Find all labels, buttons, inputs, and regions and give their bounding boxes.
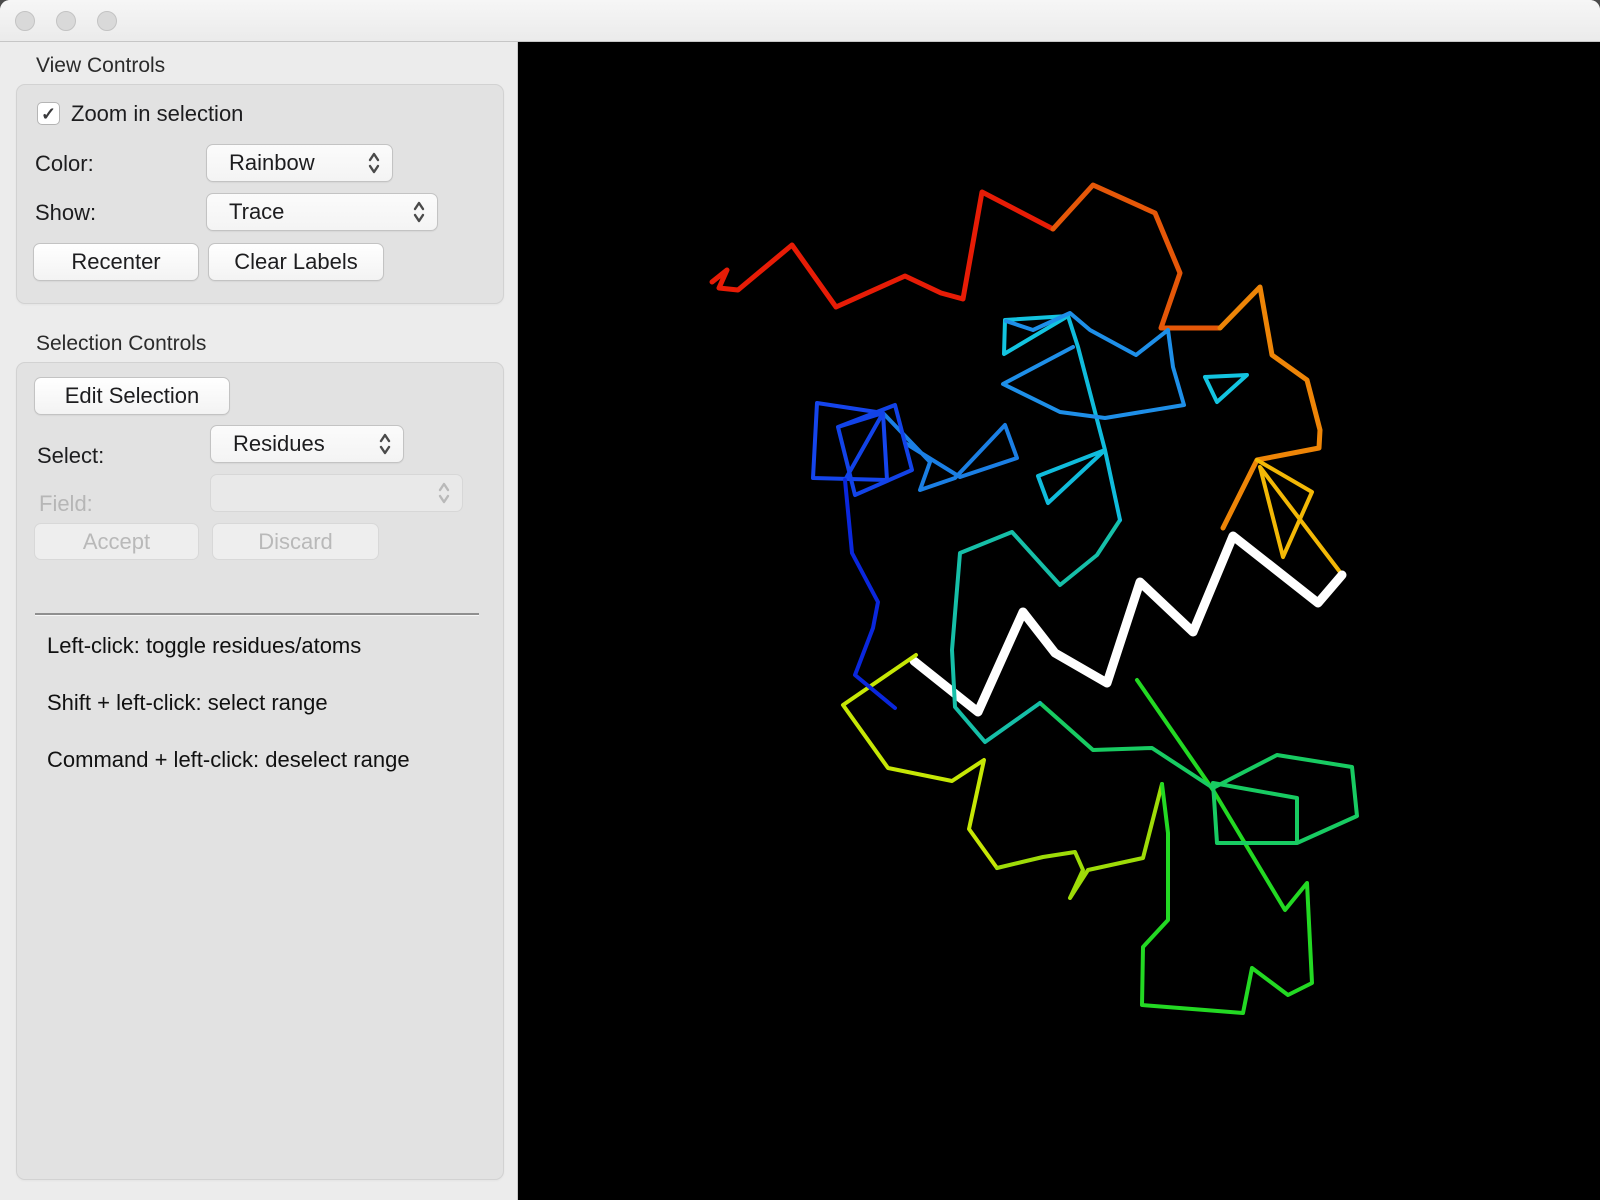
title-bar[interactable] — [0, 0, 1600, 42]
backbone-red-orange — [1050, 182, 1223, 331]
field-label: Field: — [39, 491, 93, 516]
backbone-yellow-green — [995, 782, 1164, 900]
selection-controls-group: Edit Selection Select: Residues Field: A… — [16, 362, 504, 1180]
show-dropdown-value: Trace — [229, 199, 285, 224]
divider — [35, 613, 479, 616]
backbone-orange — [1217, 284, 1323, 531]
stepper-icon — [411, 199, 427, 225]
color-label: Color: — [35, 151, 94, 176]
molecule-svg[interactable] — [518, 42, 1600, 1200]
view-controls-title: View Controls — [36, 54, 166, 77]
field-dropdown — [210, 474, 463, 512]
backbone-spring-green — [1038, 701, 1359, 845]
help-line-1: Left-click: toggle residues/atoms — [47, 633, 362, 658]
backbone-chartreuse — [841, 653, 999, 870]
show-label: Show: — [35, 200, 97, 225]
zoom-window-button[interactable] — [97, 11, 117, 31]
selection-controls-title: Selection Controls — [36, 332, 207, 355]
checkmark-icon: ✓ — [40, 103, 57, 124]
minimize-button[interactable] — [56, 11, 76, 31]
app-window: View Controls ✓ Zoom in selection Color:… — [0, 0, 1600, 1200]
stepper-icon — [436, 480, 452, 506]
recenter-button[interactable]: Recenter — [33, 243, 199, 281]
stepper-icon — [377, 431, 393, 457]
show-dropdown[interactable]: Trace — [206, 193, 438, 231]
clear-labels-button[interactable]: Clear Labels — [208, 243, 384, 281]
color-dropdown[interactable]: Rainbow — [206, 144, 393, 182]
backbone-green-loop — [1135, 678, 1314, 1015]
backbone-red — [709, 189, 1056, 310]
accept-button: Accept — [34, 523, 199, 560]
backbone-cyan-small-triangle — [1203, 373, 1249, 404]
color-dropdown-value: Rainbow — [229, 150, 315, 175]
stepper-icon — [366, 150, 382, 176]
backbone-sky-blue-2 — [881, 411, 1019, 492]
help-line-2: Shift + left-click: select range — [47, 690, 328, 715]
zoom-in-selection-label: Zoom in selection — [71, 101, 244, 126]
backbone-selection-white — [909, 531, 1347, 717]
help-line-3: Command + left-click: deselect range — [47, 747, 410, 772]
zoom-in-selection-checkbox[interactable]: ✓ — [37, 102, 60, 125]
molecule-viewport[interactable] — [518, 42, 1600, 1200]
view-controls-group: ✓ Zoom in selection Color: Rainbow Show:… — [16, 84, 504, 304]
select-dropdown[interactable]: Residues — [210, 425, 404, 463]
close-button[interactable] — [15, 11, 35, 31]
select-dropdown-value: Residues — [233, 431, 325, 456]
edit-selection-button[interactable]: Edit Selection — [34, 377, 230, 415]
discard-button: Discard — [212, 523, 379, 560]
control-sidebar: View Controls ✓ Zoom in selection Color:… — [0, 42, 518, 1200]
backbone-gold — [1255, 458, 1342, 574]
select-label: Select: — [37, 443, 105, 468]
